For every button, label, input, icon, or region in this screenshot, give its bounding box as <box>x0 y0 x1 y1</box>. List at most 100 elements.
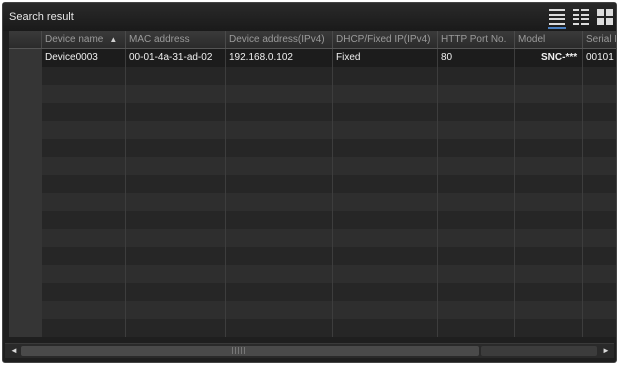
empty-cell <box>583 67 616 85</box>
title-bar: Search result <box>3 3 616 31</box>
empty-cell <box>333 283 438 301</box>
row-stub <box>9 193 42 211</box>
empty-cell <box>333 157 438 175</box>
empty-cell <box>126 103 226 121</box>
empty-cell <box>226 229 333 247</box>
empty-cell <box>515 211 583 229</box>
empty-cell <box>438 265 515 283</box>
empty-cell <box>226 85 333 103</box>
empty-cell <box>42 283 126 301</box>
column-header-mac-address[interactable]: MAC address <box>126 31 226 48</box>
empty-cell <box>126 247 226 265</box>
table-row-empty[interactable] <box>9 139 616 157</box>
empty-cell <box>226 67 333 85</box>
column-header-model[interactable]: Model <box>515 31 583 48</box>
table-row-empty[interactable] <box>9 103 616 121</box>
table-body: Device0003 00-01-4a-31-ad-02 192.168.0.1… <box>9 49 616 337</box>
table-row-empty[interactable] <box>9 157 616 175</box>
row-stub <box>9 301 42 319</box>
empty-cell <box>226 121 333 139</box>
table-row-empty[interactable] <box>9 301 616 319</box>
tile-view-icon[interactable] <box>597 9 613 25</box>
empty-cell <box>333 103 438 121</box>
table-row-empty[interactable] <box>9 193 616 211</box>
empty-cell <box>333 121 438 139</box>
empty-cell <box>42 67 126 85</box>
empty-cell <box>583 193 616 211</box>
detail-view-icon[interactable] <box>573 9 589 25</box>
scrollbar-grip-icon <box>232 347 246 354</box>
empty-cell <box>438 193 515 211</box>
empty-cell <box>126 301 226 319</box>
table-row[interactable]: Device0003 00-01-4a-31-ad-02 192.168.0.1… <box>9 49 616 67</box>
empty-cell <box>226 265 333 283</box>
row-stub <box>9 211 42 229</box>
scrollbar-track[interactable] <box>481 346 597 356</box>
empty-cell <box>583 121 616 139</box>
cell-mac-address: 00-01-4a-31-ad-02 <box>126 49 226 67</box>
column-header-serial[interactable]: Serial No. <box>583 31 616 48</box>
table-row-empty[interactable] <box>9 283 616 301</box>
empty-cell <box>515 67 583 85</box>
empty-cell <box>126 121 226 139</box>
search-result-table: Device name ▲ MAC address Device address(… <box>9 31 616 341</box>
empty-cell <box>42 103 126 121</box>
column-header-dhcp[interactable]: DHCP/Fixed IP(IPv4) <box>333 31 438 48</box>
empty-cell <box>126 193 226 211</box>
empty-cell <box>42 247 126 265</box>
empty-cell <box>126 319 226 337</box>
row-stub <box>9 247 42 265</box>
empty-cell <box>515 229 583 247</box>
empty-cell <box>333 229 438 247</box>
table-row-empty[interactable] <box>9 229 616 247</box>
empty-cell <box>438 301 515 319</box>
empty-cell <box>226 301 333 319</box>
empty-cell <box>583 229 616 247</box>
empty-cell <box>333 265 438 283</box>
empty-cell <box>126 229 226 247</box>
table-row-empty[interactable] <box>9 319 616 337</box>
cell-device-name: Device0003 <box>42 49 126 67</box>
empty-cell <box>583 103 616 121</box>
empty-cell <box>226 211 333 229</box>
empty-cell <box>126 175 226 193</box>
list-view-icon[interactable] <box>548 9 566 29</box>
empty-cell <box>583 175 616 193</box>
empty-cell <box>515 319 583 337</box>
scroll-left-icon[interactable]: ◄ <box>7 345 21 357</box>
column-header-http-port[interactable]: HTTP Port No. <box>438 31 515 48</box>
empty-cell <box>333 85 438 103</box>
table-row-empty[interactable] <box>9 265 616 283</box>
empty-cell <box>42 193 126 211</box>
empty-cell <box>333 67 438 85</box>
horizontal-scrollbar[interactable]: ◄ ► <box>5 343 614 358</box>
row-stub <box>9 103 42 121</box>
table-row-empty[interactable] <box>9 175 616 193</box>
empty-cell <box>226 247 333 265</box>
scrollbar-thumb[interactable] <box>21 346 479 356</box>
empty-cell <box>42 229 126 247</box>
column-header-device-name[interactable]: Device name ▲ <box>42 31 126 48</box>
cell-device-address: 192.168.0.102 <box>226 49 333 67</box>
column-header-device-address[interactable]: Device address(IPv4) <box>226 31 333 48</box>
empty-cell <box>438 157 515 175</box>
empty-cell <box>583 211 616 229</box>
empty-cell <box>226 139 333 157</box>
empty-cell <box>226 193 333 211</box>
table-row-empty[interactable] <box>9 247 616 265</box>
empty-cell <box>583 157 616 175</box>
header-row-stub <box>9 31 42 48</box>
table-row-empty[interactable] <box>9 67 616 85</box>
search-result-panel: Search result Device name ▲ MAC address D… <box>2 2 617 363</box>
table-row-empty[interactable] <box>9 121 616 139</box>
table-row-empty[interactable] <box>9 85 616 103</box>
table-row-empty[interactable] <box>9 211 616 229</box>
empty-cell <box>42 319 126 337</box>
empty-cell <box>515 283 583 301</box>
empty-cell <box>333 301 438 319</box>
scroll-right-icon[interactable]: ► <box>599 345 613 357</box>
empty-cell <box>42 175 126 193</box>
empty-cell <box>515 157 583 175</box>
empty-cell <box>515 265 583 283</box>
cell-serial: 00101 <box>583 49 616 67</box>
